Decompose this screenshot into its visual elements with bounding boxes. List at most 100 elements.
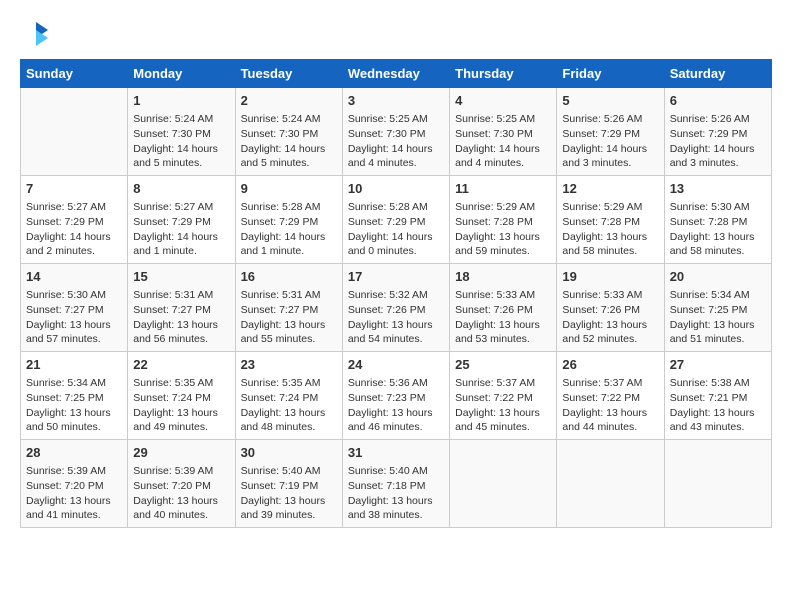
calendar-cell: 22Sunrise: 5:35 AM Sunset: 7:24 PM Dayli… — [128, 352, 235, 440]
calendar-week-5: 28Sunrise: 5:39 AM Sunset: 7:20 PM Dayli… — [21, 439, 772, 527]
calendar-cell: 11 Sunrise: 5:29 AM Sunset: 7:28 PM Dayli… — [450, 176, 557, 264]
weekday-header-monday: Monday — [128, 60, 235, 88]
day-number: 10 — [348, 180, 444, 198]
day-info: Sunrise: 5:25 AM Sunset: 7:30 PM Dayligh… — [348, 112, 444, 171]
calendar-week-1: 1 Sunrise: 5:24 AM Sunset: 7:30 PM Daylig… — [21, 88, 772, 176]
day-number: 29 — [133, 444, 229, 462]
calendar-cell: 12 Sunrise: 5:29 AM Sunset: 7:28 PM Dayli… — [557, 176, 664, 264]
day-info: Sunrise: 5:38 AM Sunset: 7:21 PM Dayligh… — [670, 376, 766, 435]
day-number: 31 — [348, 444, 444, 462]
calendar-cell: 16 Sunrise: 5:31 AM Sunset: 7:27 PM Dayli… — [235, 264, 342, 352]
calendar-cell: 6 Sunrise: 5:26 AM Sunset: 7:29 PM Daylig… — [664, 88, 771, 176]
weekday-header-row: SundayMondayTuesdayWednesdayThursdayFrid… — [21, 60, 772, 88]
calendar-cell: 17 Sunrise: 5:32 AM Sunset: 7:26 PM Dayli… — [342, 264, 449, 352]
calendar-cell: 5Sunrise: 5:26 AM Sunset: 7:29 PM Daylig… — [557, 88, 664, 176]
calendar-cell: 2 Sunrise: 5:24 AM Sunset: 7:30 PM Daylig… — [235, 88, 342, 176]
calendar-table: SundayMondayTuesdayWednesdayThursdayFrid… — [20, 59, 772, 528]
calendar-cell: 24Sunrise: 5:36 AM Sunset: 7:23 PM Dayli… — [342, 352, 449, 440]
day-info: Sunrise: 5:28 AM Sunset: 7:29 PM Dayligh… — [241, 200, 337, 259]
day-number: 18 — [455, 268, 551, 286]
day-info: Sunrise: 5:29 AM Sunset: 7:28 PM Dayligh… — [455, 200, 551, 259]
logo-flag-icon — [22, 20, 50, 48]
calendar-cell — [21, 88, 128, 176]
weekday-header-friday: Friday — [557, 60, 664, 88]
day-info: Sunrise: 5:26 AM Sunset: 7:29 PM Dayligh… — [670, 112, 766, 171]
day-info: Sunrise: 5:24 AM Sunset: 7:30 PM Dayligh… — [133, 112, 229, 171]
day-info: Sunrise: 5:31 AM Sunset: 7:27 PM Dayligh… — [133, 288, 229, 347]
day-info: Sunrise: 5:37 AM Sunset: 7:22 PM Dayligh… — [562, 376, 658, 435]
day-number: 20 — [670, 268, 766, 286]
calendar-cell: 26 Sunrise: 5:37 AM Sunset: 7:22 PM Dayli… — [557, 352, 664, 440]
calendar-cell — [664, 439, 771, 527]
day-number: 21 — [26, 356, 122, 374]
day-info: Sunrise: 5:39 AM Sunset: 7:20 PM Dayligh… — [26, 464, 122, 523]
weekday-header-saturday: Saturday — [664, 60, 771, 88]
day-number: 17 — [348, 268, 444, 286]
calendar-week-4: 21 Sunrise: 5:34 AM Sunset: 7:25 PM Dayli… — [21, 352, 772, 440]
day-info: Sunrise: 5:27 AM Sunset: 7:29 PM Dayligh… — [133, 200, 229, 259]
day-info: Sunrise: 5:33 AM Sunset: 7:26 PM Dayligh… — [455, 288, 551, 347]
day-info: Sunrise: 5:25 AM Sunset: 7:30 PM Dayligh… — [455, 112, 551, 171]
day-info: Sunrise: 5:39 AM Sunset: 7:20 PM Dayligh… — [133, 464, 229, 523]
day-info: Sunrise: 5:31 AM Sunset: 7:27 PM Dayligh… — [241, 288, 337, 347]
day-info: Sunrise: 5:28 AM Sunset: 7:29 PM Dayligh… — [348, 200, 444, 259]
calendar-cell: 18 Sunrise: 5:33 AM Sunset: 7:26 PM Dayli… — [450, 264, 557, 352]
weekday-header-tuesday: Tuesday — [235, 60, 342, 88]
calendar-cell: 3 Sunrise: 5:25 AM Sunset: 7:30 PM Daylig… — [342, 88, 449, 176]
calendar-cell — [557, 439, 664, 527]
day-info: Sunrise: 5:35 AM Sunset: 7:24 PM Dayligh… — [133, 376, 229, 435]
day-info: Sunrise: 5:40 AM Sunset: 7:19 PM Dayligh… — [241, 464, 337, 523]
day-number: 7 — [26, 180, 122, 198]
day-number: 27 — [670, 356, 766, 374]
day-info: Sunrise: 5:33 AM Sunset: 7:26 PM Dayligh… — [562, 288, 658, 347]
calendar-week-2: 7 Sunrise: 5:27 AM Sunset: 7:29 PM Daylig… — [21, 176, 772, 264]
calendar-cell: 31 Sunrise: 5:40 AM Sunset: 7:18 PM Dayli… — [342, 439, 449, 527]
calendar-cell: 4 Sunrise: 5:25 AM Sunset: 7:30 PM Daylig… — [450, 88, 557, 176]
day-number: 3 — [348, 92, 444, 110]
day-number: 16 — [241, 268, 337, 286]
day-number: 30 — [241, 444, 337, 462]
calendar-cell: 30 Sunrise: 5:40 AM Sunset: 7:19 PM Dayli… — [235, 439, 342, 527]
day-number: 25 — [455, 356, 551, 374]
day-number: 19 — [562, 268, 658, 286]
weekday-header-thursday: Thursday — [450, 60, 557, 88]
day-info: Sunrise: 5:30 AM Sunset: 7:28 PM Dayligh… — [670, 200, 766, 259]
day-info: Sunrise: 5:40 AM Sunset: 7:18 PM Dayligh… — [348, 464, 444, 523]
day-number: 8 — [133, 180, 229, 198]
day-number: 26 — [562, 356, 658, 374]
calendar-cell: 29 Sunrise: 5:39 AM Sunset: 7:20 PM Dayli… — [128, 439, 235, 527]
day-number: 5 — [562, 92, 658, 110]
day-number: 9 — [241, 180, 337, 198]
day-number: 12 — [562, 180, 658, 198]
logo — [20, 20, 50, 49]
day-info: Sunrise: 5:30 AM Sunset: 7:27 PM Dayligh… — [26, 288, 122, 347]
day-info: Sunrise: 5:36 AM Sunset: 7:23 PM Dayligh… — [348, 376, 444, 435]
calendar-cell: 19 Sunrise: 5:33 AM Sunset: 7:26 PM Dayli… — [557, 264, 664, 352]
calendar-cell: 20 Sunrise: 5:34 AM Sunset: 7:25 PM Dayli… — [664, 264, 771, 352]
day-info: Sunrise: 5:32 AM Sunset: 7:26 PM Dayligh… — [348, 288, 444, 347]
calendar-cell: 14 Sunrise: 5:30 AM Sunset: 7:27 PM Dayli… — [21, 264, 128, 352]
day-info: Sunrise: 5:34 AM Sunset: 7:25 PM Dayligh… — [670, 288, 766, 347]
calendar-cell: 1 Sunrise: 5:24 AM Sunset: 7:30 PM Daylig… — [128, 88, 235, 176]
day-number: 13 — [670, 180, 766, 198]
calendar-cell — [450, 439, 557, 527]
calendar-cell: 9 Sunrise: 5:28 AM Sunset: 7:29 PM Daylig… — [235, 176, 342, 264]
calendar-cell: 15 Sunrise: 5:31 AM Sunset: 7:27 PM Dayli… — [128, 264, 235, 352]
calendar-cell: 25Sunrise: 5:37 AM Sunset: 7:22 PM Dayli… — [450, 352, 557, 440]
day-number: 11 — [455, 180, 551, 198]
calendar-cell: 23Sunrise: 5:35 AM Sunset: 7:24 PM Dayli… — [235, 352, 342, 440]
day-number: 2 — [241, 92, 337, 110]
day-number: 6 — [670, 92, 766, 110]
day-info: Sunrise: 5:29 AM Sunset: 7:28 PM Dayligh… — [562, 200, 658, 259]
calendar-cell: 27 Sunrise: 5:38 AM Sunset: 7:21 PM Dayli… — [664, 352, 771, 440]
day-info: Sunrise: 5:34 AM Sunset: 7:25 PM Dayligh… — [26, 376, 122, 435]
day-number: 4 — [455, 92, 551, 110]
day-info: Sunrise: 5:35 AM Sunset: 7:24 PM Dayligh… — [241, 376, 337, 435]
day-number: 1 — [133, 92, 229, 110]
day-number: 14 — [26, 268, 122, 286]
calendar-cell: 10 Sunrise: 5:28 AM Sunset: 7:29 PM Dayli… — [342, 176, 449, 264]
calendar-cell: 21 Sunrise: 5:34 AM Sunset: 7:25 PM Dayli… — [21, 352, 128, 440]
day-number: 15 — [133, 268, 229, 286]
day-info: Sunrise: 5:24 AM Sunset: 7:30 PM Dayligh… — [241, 112, 337, 171]
weekday-header-sunday: Sunday — [21, 60, 128, 88]
